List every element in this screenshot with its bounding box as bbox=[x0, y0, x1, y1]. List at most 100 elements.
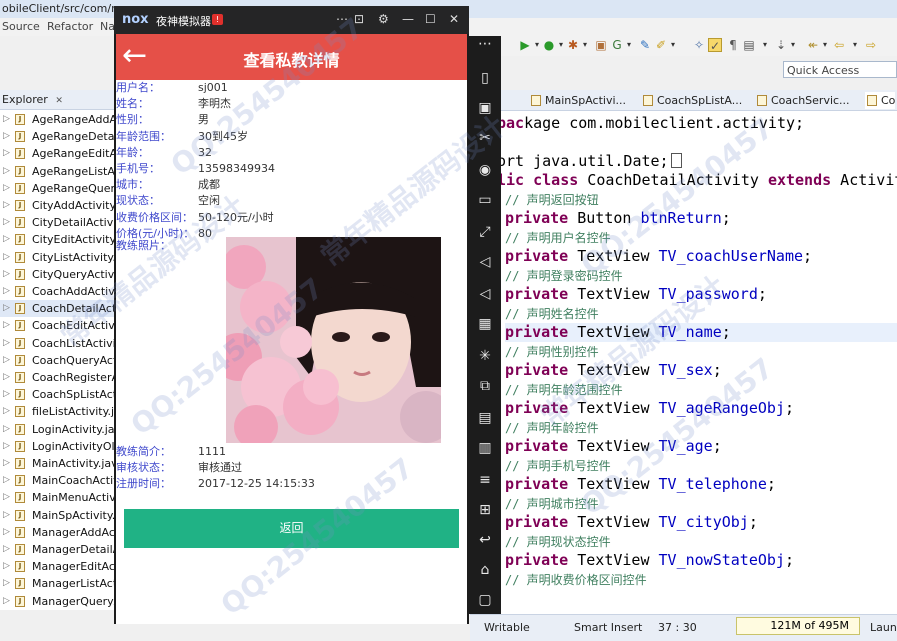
open-type-icon[interactable]: ✎ bbox=[638, 38, 652, 52]
file-item[interactable]: ▷ J CityDetailActivity bbox=[0, 214, 115, 231]
file-item[interactable]: ▷ J CoachAddActivit bbox=[0, 283, 115, 300]
loading-icon[interactable]: ✳ bbox=[477, 348, 493, 364]
file-item[interactable]: ▷ J AgeRangeListAc bbox=[0, 163, 115, 180]
expand-arrow-icon[interactable]: ▷ bbox=[3, 386, 10, 403]
expand-arrow-icon[interactable]: ▷ bbox=[3, 507, 10, 524]
file-item[interactable]: ▷ J CityQueryActivity bbox=[0, 266, 115, 283]
annotation-icon[interactable]: ✧ bbox=[692, 38, 706, 52]
close-window-icon[interactable]: ✕ bbox=[449, 12, 459, 26]
record-icon[interactable]: ▤ bbox=[477, 410, 493, 426]
expand-arrow-icon[interactable]: ▷ bbox=[3, 249, 10, 266]
file-item[interactable]: ▷ J CityAddActivity.j bbox=[0, 197, 115, 214]
grid-icon[interactable]: ⊞ bbox=[477, 502, 493, 518]
expand-arrow-icon[interactable]: ▷ bbox=[3, 163, 10, 180]
tab-coachservice[interactable]: CoachServic... bbox=[755, 92, 850, 109]
file-item[interactable]: ▷ J ManagerDetailAc bbox=[0, 541, 115, 558]
code-editor[interactable]: package com.mobileclient.activity; impor… bbox=[497, 111, 897, 614]
tab-coachdetail-active[interactable]: Co bbox=[865, 92, 896, 109]
file-item[interactable]: ▷ J CoachListActivity bbox=[0, 335, 115, 352]
debug-dropdown-icon[interactable]: ▾ bbox=[578, 38, 592, 52]
prev-annotation-dropdown-icon[interactable]: ▾ bbox=[786, 38, 800, 52]
quick-access-field[interactable]: Quick Access bbox=[783, 61, 897, 78]
expand-arrow-icon[interactable]: ▷ bbox=[3, 489, 10, 506]
fullscreen-icon[interactable]: ⤢ bbox=[477, 224, 493, 240]
tab-coachsplist[interactable]: CoachSpListA... bbox=[641, 92, 742, 109]
file-item[interactable]: ▷ J AgeRangeAddAc bbox=[0, 111, 115, 128]
return-button[interactable]: 返回 bbox=[124, 509, 459, 548]
expand-arrow-icon[interactable]: ▷ bbox=[3, 558, 10, 575]
file-item[interactable]: ▷ J CoachQueryActiv bbox=[0, 352, 115, 369]
folded-import-icon[interactable] bbox=[670, 153, 682, 168]
expand-arrow-icon[interactable]: ▷ bbox=[3, 231, 10, 248]
file-item[interactable]: ▷ J ManagerAddAct bbox=[0, 524, 115, 541]
expand-arrow-icon[interactable]: ▷ bbox=[3, 128, 10, 145]
menu-icon[interactable]: ≡ bbox=[477, 472, 493, 488]
file-item[interactable]: ▷ JfileListActivity.java bbox=[0, 403, 115, 420]
next-annotation-dropdown-icon[interactable]: ▾ bbox=[758, 38, 772, 52]
expand-arrow-icon[interactable]: ▷ bbox=[3, 438, 10, 455]
expand-arrow-icon[interactable]: ▷ bbox=[3, 403, 10, 420]
scissors-icon[interactable]: ✂ bbox=[477, 130, 493, 146]
back-nav-icon[interactable]: ↩ bbox=[477, 532, 493, 548]
expand-arrow-icon[interactable]: ▷ bbox=[3, 300, 10, 317]
volume-down-icon[interactable]: ◁ bbox=[477, 286, 493, 302]
expand-arrow-icon[interactable]: ▷ bbox=[3, 335, 10, 352]
show-whitespace-icon[interactable]: ¶ bbox=[726, 38, 740, 52]
file-item[interactable]: ▷ J CoachDetailActi bbox=[0, 300, 115, 318]
file-item[interactable]: ▷ J AgeRangeDetail bbox=[0, 128, 115, 145]
expand-arrow-icon[interactable]: ▷ bbox=[3, 283, 10, 300]
menu-refactor[interactable]: Refactor bbox=[47, 20, 93, 33]
expand-arrow-icon[interactable]: ▷ bbox=[3, 266, 10, 283]
expand-arrow-icon[interactable]: ▷ bbox=[3, 455, 10, 472]
alert-icon[interactable]: ! bbox=[212, 14, 223, 25]
file-item[interactable]: ▷ J CityListActivity.jav bbox=[0, 249, 115, 266]
shake-icon[interactable]: ▥ bbox=[477, 440, 493, 456]
close-icon[interactable]: ✕ bbox=[55, 96, 63, 106]
file-item[interactable]: ▷ J MainSpActivity.ja bbox=[0, 507, 115, 524]
expand-arrow-icon[interactable]: ▷ bbox=[3, 317, 10, 334]
expand-arrow-icon[interactable]: ▷ bbox=[3, 369, 10, 386]
file-item[interactable]: ▷ J MainCoachActivit bbox=[0, 472, 115, 489]
file-item[interactable]: ▷ J MainActivity.java bbox=[0, 455, 115, 472]
apk-install-icon[interactable]: ▣ bbox=[477, 100, 493, 116]
heap-status[interactable]: 121M of 495M bbox=[736, 617, 860, 635]
settings-icon[interactable]: ⚙ bbox=[378, 12, 389, 26]
block-selection-icon[interactable]: ▤ bbox=[742, 38, 756, 52]
file-item[interactable]: ▷ J CoachRegisterAc bbox=[0, 369, 115, 386]
file-item[interactable]: ▷ J ManagerEditActi bbox=[0, 558, 115, 575]
file-item[interactable]: ▷ J LoginActivity.java bbox=[0, 421, 115, 438]
expand-arrow-icon[interactable]: ▷ bbox=[3, 111, 10, 128]
back-icon[interactable]: ⇦ bbox=[832, 38, 846, 52]
expand-arrow-icon[interactable]: ▷ bbox=[3, 541, 10, 558]
last-edit-dropdown-icon[interactable]: ▾ bbox=[818, 38, 832, 52]
expand-arrow-icon[interactable]: ▷ bbox=[3, 180, 10, 197]
menu-source[interactable]: Source bbox=[2, 20, 40, 33]
expand-arrow-icon[interactable]: ▷ bbox=[3, 593, 10, 610]
file-item[interactable]: ▷ J AgeRangeEditAc bbox=[0, 145, 115, 162]
multi-instance-icon[interactable]: ⧉ bbox=[477, 378, 493, 394]
expand-arrow-icon[interactable]: ▷ bbox=[3, 575, 10, 592]
emulator-more-icon[interactable]: ⋯ bbox=[336, 12, 348, 26]
rotate-icon[interactable]: ▯ bbox=[477, 70, 493, 86]
file-item[interactable]: ▷ J ManagerListActiv bbox=[0, 575, 115, 592]
file-item[interactable]: ▷ J CityEditActivity.ja bbox=[0, 231, 115, 248]
recent-apps-icon[interactable]: ▢ bbox=[477, 592, 493, 608]
location-icon[interactable]: ◉ bbox=[477, 162, 493, 178]
minimize-icon[interactable]: — bbox=[402, 12, 414, 26]
expand-arrow-icon[interactable]: ▷ bbox=[3, 145, 10, 162]
pin-icon[interactable]: ⊡ bbox=[354, 12, 364, 26]
forward-icon[interactable]: ⇨ bbox=[864, 38, 878, 52]
maximize-icon[interactable]: ☐ bbox=[425, 12, 436, 26]
expand-arrow-icon[interactable]: ▷ bbox=[3, 524, 10, 541]
more-icon[interactable]: ⋯ bbox=[477, 36, 493, 52]
file-item[interactable]: ▷ J MainMenuActivit bbox=[0, 489, 115, 506]
back-dropdown-icon[interactable]: ▾ bbox=[848, 38, 862, 52]
file-item[interactable]: ▷ J AgeRangeQuery bbox=[0, 180, 115, 197]
volume-up-icon[interactable]: ◁ bbox=[477, 254, 493, 270]
expand-arrow-icon[interactable]: ▷ bbox=[3, 472, 10, 489]
keyboard-icon[interactable]: ▭ bbox=[477, 192, 493, 208]
search-dropdown-icon[interactable]: ▾ bbox=[666, 38, 680, 52]
expand-arrow-icon[interactable]: ▷ bbox=[3, 421, 10, 438]
new-package-icon[interactable]: ▣ bbox=[594, 38, 608, 52]
file-item[interactable]: ▷ J CoachEditActivity bbox=[0, 317, 115, 334]
